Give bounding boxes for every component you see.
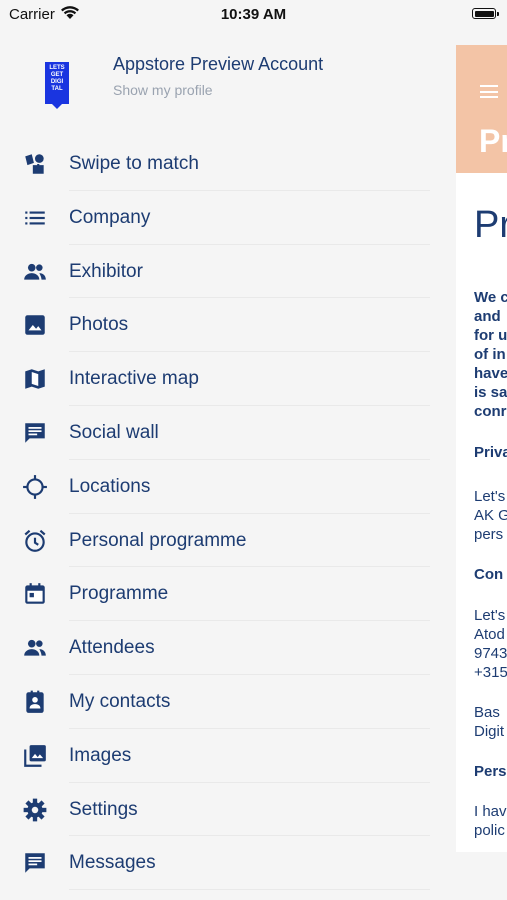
people-icon (24, 263, 46, 280)
menu-item-label: Company (69, 206, 151, 228)
page-text-line: Priva (474, 444, 507, 461)
chat-icon (25, 423, 45, 443)
page-text-line: polic (474, 822, 505, 839)
message-icon (25, 853, 45, 874)
page-text-line: Atod (474, 626, 505, 643)
header-title: Pr (479, 123, 507, 159)
show-profile-link[interactable]: Show my profile (113, 82, 213, 98)
map-icon (25, 369, 45, 389)
page-text-line: conr (474, 403, 507, 420)
app-logo: LETS GET DIGI TAL (45, 62, 69, 109)
people-icon (24, 640, 46, 656)
menu-item-label: Exhibitor (69, 260, 143, 282)
menu-item-company[interactable]: Company (0, 191, 456, 245)
page-text-line: of in (474, 346, 506, 363)
menu-item-label: Messages (69, 852, 156, 874)
menu-item-label: Personal programme (69, 529, 247, 551)
page-text-line: AK G (474, 507, 507, 524)
menu-list: Swipe to match Company Exhibitor Photos … (0, 137, 456, 891)
menu-divider (69, 889, 430, 891)
privacy-page-peek[interactable]: Pr Pr We c and for u of in have is sa conr Priv… (456, 45, 507, 900)
page-text-line: have (474, 365, 507, 382)
bottom-strip (456, 852, 507, 900)
menu-item-label: Attendees (69, 637, 155, 659)
menu-item-settings[interactable]: Settings (0, 783, 456, 837)
menu-item-label: Photos (69, 314, 129, 336)
page-text-line: Pers (474, 763, 507, 780)
menu-item-exhibitor[interactable]: Exhibitor (0, 245, 456, 299)
page-text-line: Let's (474, 607, 506, 624)
menu-item-label: Locations (69, 475, 151, 497)
menu-item-locations[interactable]: Locations (0, 460, 456, 514)
page-title: Pr (474, 204, 507, 246)
menu-item-label: My contacts (69, 690, 171, 712)
menu-item-label: Swipe to match (69, 153, 199, 174)
menu-item-programme[interactable]: Programme (0, 567, 456, 622)
calendar-icon (25, 583, 45, 605)
menu-item-label: Settings (69, 798, 138, 820)
menu-item-label: Images (69, 744, 132, 766)
profile-name: Appstore Preview Account (113, 54, 324, 74)
menu-item-swipe-to-match[interactable]: Swipe to match (0, 137, 456, 191)
menu-item-label: Interactive map (69, 368, 199, 390)
menu-item-my-contacts[interactable]: My contacts (0, 675, 456, 729)
page-text-line: is sa (474, 384, 507, 401)
menu-item-label: Social wall (69, 421, 159, 443)
page-text-line: and (474, 308, 501, 325)
hamburger-menu-icon[interactable] (480, 85, 498, 98)
gear-icon (23, 798, 47, 821)
crosshair-icon (23, 474, 47, 499)
page-body: Pr We c and for u of in have is sa conr Priva Le… (474, 204, 507, 839)
page-text-line: Digit (474, 723, 505, 740)
navigation-drawer: LETS GET DIGI TAL Appstore Preview Account … (0, 28, 456, 900)
menu-item-label: Programme (69, 583, 169, 605)
menu-item-images[interactable]: Images (0, 729, 456, 783)
page-text-line: We c (474, 289, 507, 306)
menu-item-social-wall[interactable]: Social wall (0, 406, 456, 460)
page-text-line: Con (474, 566, 504, 583)
page-text-line: pers (474, 526, 504, 543)
menu-item-photos[interactable]: Photos (0, 298, 456, 353)
photo-icon (25, 315, 45, 336)
battery-icon (472, 8, 499, 19)
profile-header[interactable]: LETS GET DIGI TAL Appstore Preview Account … (0, 28, 456, 136)
page-text-line: 9743 (474, 645, 507, 662)
menu-item-attendees[interactable]: Attendees (0, 621, 456, 675)
menu-item-interactive-map[interactable]: Interactive map (0, 352, 456, 406)
status-bar: Carrier 10:39 AM (0, 0, 507, 28)
status-time: 10:39 AM (220, 6, 287, 23)
page-header: Pr (456, 45, 507, 173)
menu-item-messages[interactable]: Messages (0, 836, 456, 891)
page-text-line: for u (474, 327, 507, 344)
page-text-line: Bas (474, 704, 500, 721)
alarm-icon (24, 529, 46, 552)
page-text-line: I hav (474, 803, 507, 820)
swipe-match-icon (25, 154, 44, 174)
photo-library-icon (24, 744, 46, 767)
page-text-line: +315 (474, 664, 507, 681)
menu-item-personal-programme[interactable]: Personal programme (0, 514, 456, 568)
list-icon (25, 211, 45, 225)
page-text-line: Let's (474, 488, 506, 505)
contact-card-icon (26, 690, 44, 713)
